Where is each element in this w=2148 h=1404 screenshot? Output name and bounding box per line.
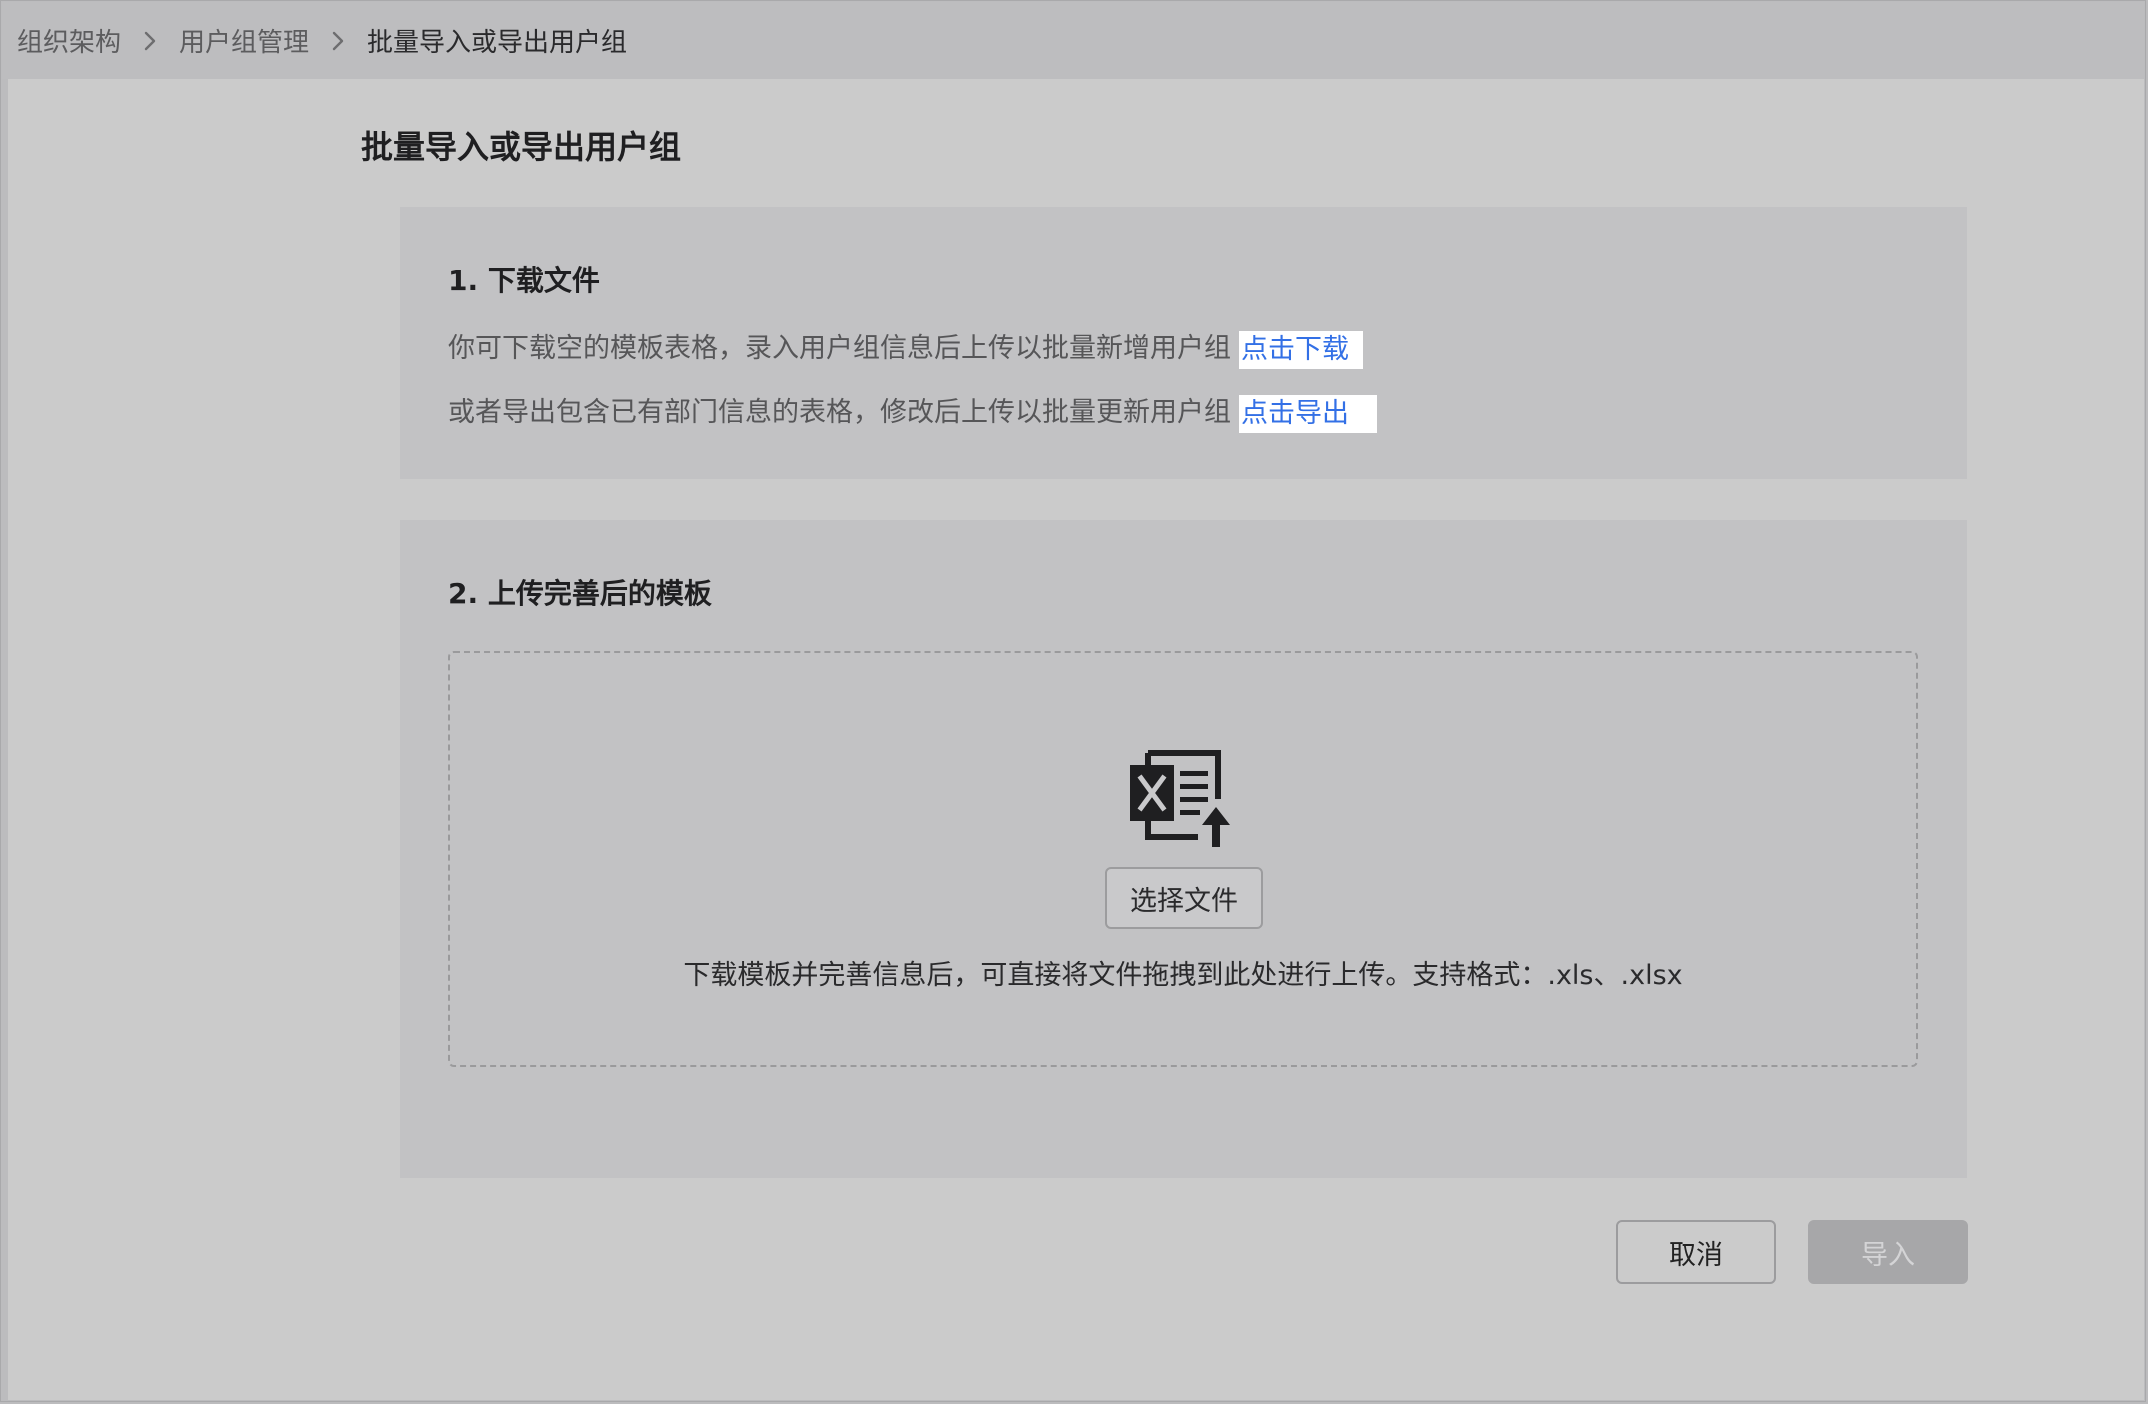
select-file-button[interactable]: 选择文件: [1105, 867, 1263, 929]
breadcrumb-item-current: 批量导入或导出用户组: [367, 28, 628, 58]
breadcrumb-item-user-groups[interactable]: 用户组管理: [179, 22, 309, 59]
chevron-right-icon: [121, 26, 179, 56]
download-section-heading: 1. 下载文件: [448, 264, 600, 297]
export-line: 或者导出包含已有部门信息的表格，修改后上传以批量更新用户组 点击导出: [448, 390, 1377, 433]
download-template-line: 你可下载空的模板表格，录入用户组信息后上传以批量新增用户组 点击下载: [448, 326, 1363, 369]
upload-section: 2. 上传完善后的模板 选择文件 下载模板并完善信息后，可直接将文件拖拽到此处进…: [400, 520, 1967, 1178]
file-dropzone[interactable]: 选择文件 下载模板并完善信息后，可直接将文件拖拽到此处进行上传。支持格式：.xl…: [448, 651, 1918, 1067]
export-text: 或者导出包含已有部门信息的表格，修改后上传以批量更新用户组: [448, 397, 1231, 428]
download-section: 1. 下载文件 你可下载空的模板表格，录入用户组信息后上传以批量新增用户组 点击下…: [400, 207, 1967, 479]
download-template-link[interactable]: 点击下载: [1239, 330, 1363, 369]
chevron-right-icon: [309, 26, 367, 56]
page-title: 批量导入或导出用户组: [361, 128, 682, 166]
breadcrumb: 组织架构 用户组管理 批量导入或导出用户组: [2, 2, 2144, 79]
download-template-text: 你可下载空的模板表格，录入用户组信息后上传以批量新增用户组: [448, 333, 1231, 364]
import-button[interactable]: 导入: [1808, 1220, 1968, 1284]
excel-upload-icon: [1128, 749, 1238, 849]
breadcrumb-item-org[interactable]: 组织架构: [17, 22, 121, 59]
cancel-button[interactable]: 取消: [1616, 1220, 1776, 1284]
upload-hint: 下载模板并完善信息后，可直接将文件拖拽到此处进行上传。支持格式：.xls、.xl…: [683, 960, 1683, 991]
upload-section-heading: 2. 上传完善后的模板: [448, 577, 712, 610]
export-link[interactable]: 点击导出: [1239, 394, 1377, 433]
main-content: 批量导入或导出用户组 1. 下载文件 你可下载空的模板表格，录入用户组信息后上传…: [8, 79, 2144, 1400]
